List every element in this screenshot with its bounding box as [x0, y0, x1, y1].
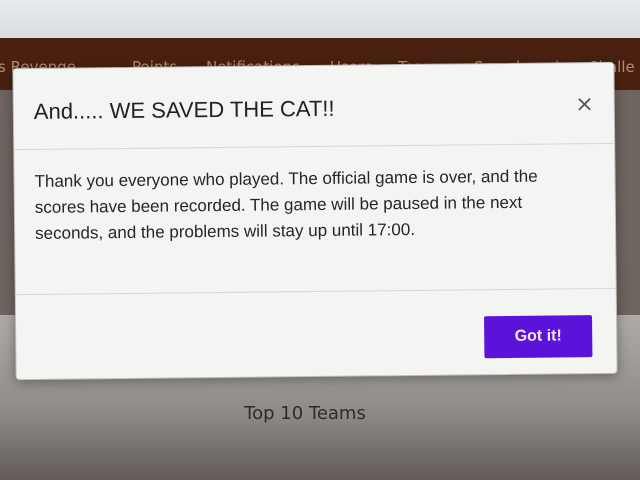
- close-icon[interactable]: ×: [575, 92, 594, 117]
- modal-dialog: And..... WE SAVED THE CAT!! × Thank you …: [12, 61, 618, 381]
- modal-body-text: Thank you everyone who played. The offic…: [34, 166, 538, 243]
- modal-header: And..... WE SAVED THE CAT!! ×: [13, 62, 615, 151]
- section-title: Top 10 Teams: [244, 403, 366, 424]
- got-it-button[interactable]: Got it!: [484, 315, 593, 359]
- modal-title: And..... WE SAVED THE CAT!!: [33, 95, 335, 124]
- browser-top-strip: [0, 0, 640, 38]
- modal-footer: Got it!: [15, 287, 617, 381]
